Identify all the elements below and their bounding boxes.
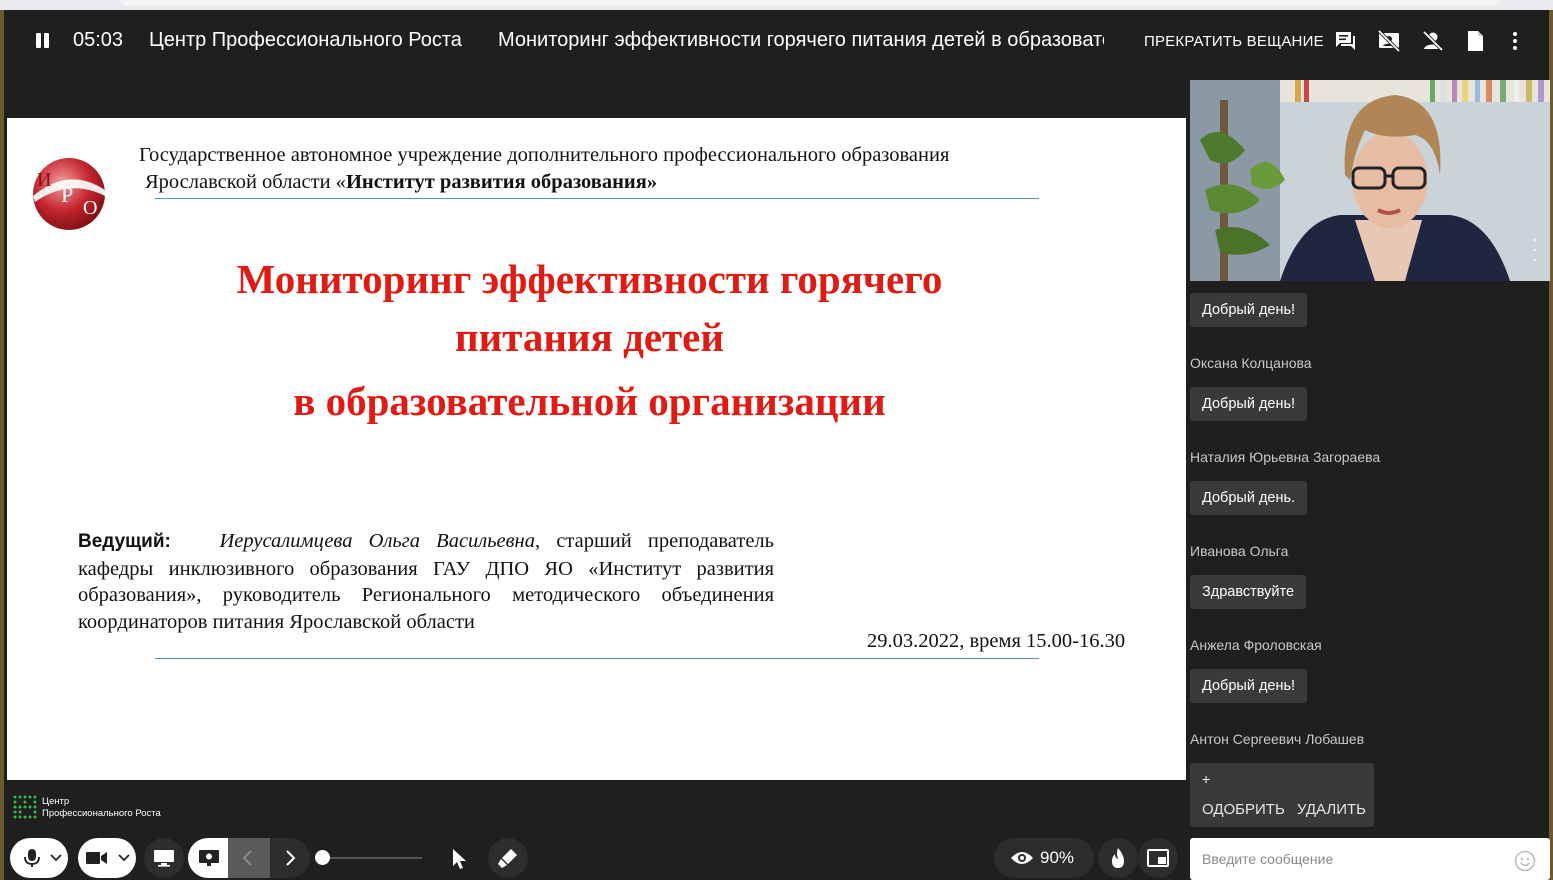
picture-in-picture-icon	[1147, 849, 1169, 867]
viewers-percent: 90%	[1040, 848, 1075, 867]
chevron-down-icon	[118, 854, 130, 862]
delete-button[interactable]: УДАЛИТЬ	[1297, 801, 1366, 818]
svg-text:И: И	[37, 169, 51, 191]
presenter-camera-video	[1190, 80, 1550, 281]
presenter-info: Ведущий: Иерусалимцева Ольга Васильевна,…	[78, 528, 774, 635]
viewers-indicator: 90%	[994, 838, 1094, 878]
chat-message: Добрый день.	[1190, 481, 1308, 515]
pause-icon[interactable]	[34, 33, 50, 49]
draw-tool-button[interactable]	[488, 838, 528, 878]
top-bar: 05:03 Центр Профессионального Роста Мони…	[4, 10, 1549, 72]
presentation-slide: И Р О Государственное автономное учрежде…	[7, 118, 1186, 780]
chevron-down-icon	[50, 854, 62, 862]
flame-icon	[1112, 848, 1124, 868]
emoji-icon[interactable]	[1514, 850, 1536, 872]
microphone-button[interactable]	[10, 838, 68, 878]
chat-author: Анжела Фроловская	[1190, 637, 1322, 653]
camera-button[interactable]	[78, 838, 136, 878]
screen: 05:03 Центр Профессионального Роста Мони…	[0, 0, 1553, 880]
institution-header: Государственное автономное учреждение до…	[139, 142, 949, 196]
chat-author: Наталия Юрьевна Загораева	[1190, 449, 1381, 465]
divider-bottom	[155, 658, 1039, 659]
more-menu-icon[interactable]	[1502, 28, 1528, 54]
document-icon[interactable]	[1462, 28, 1488, 54]
reactions-button[interactable]	[1098, 838, 1138, 878]
chat-icon[interactable]	[1332, 28, 1358, 54]
approve-button[interactable]: ОДОБРИТЬ	[1202, 801, 1285, 818]
brand-logo: Центр Профессионального Роста	[12, 794, 182, 826]
brand-line1: Центр	[42, 796, 70, 807]
brush-icon	[498, 849, 517, 868]
layout-button[interactable]	[1138, 838, 1178, 878]
chat-message: Здравствуйте	[1190, 575, 1307, 609]
screen-share-button[interactable]	[144, 838, 184, 878]
slide-title-line1: Мониторинг эффективности горячего	[236, 256, 943, 302]
chat-message: Добрый день!	[1190, 293, 1308, 327]
slide-title-line3: в образовательной организации	[293, 378, 886, 424]
institution-line2: Ярославской области «	[145, 171, 346, 193]
next-slide-button[interactable]	[270, 838, 310, 878]
svg-text:О: О	[83, 197, 97, 219]
webinar-app: 05:03 Центр Профессионального Роста Мони…	[4, 10, 1550, 880]
slide-title-line2: питания детей	[455, 314, 724, 360]
presentation-icon	[199, 850, 219, 866]
iro-logo-icon: И Р О	[33, 158, 105, 230]
stop-broadcast-button[interactable]: ПРЕКРАТИТЬ ВЕЩАНИЕ	[1144, 33, 1324, 50]
webinar-date: 29.03.2022, время 15.00-16.30	[867, 630, 1126, 652]
svg-text:Р: Р	[61, 182, 73, 207]
pending-message: + ОДОБРИТЬ УДАЛИТЬ	[1190, 763, 1374, 827]
chevron-right-icon	[286, 850, 296, 866]
volume-slider-track[interactable]	[322, 857, 422, 859]
chat-author: Оксана Колцанова	[1190, 355, 1312, 371]
presenter-name: Иерусалимцева Ольга Васильевна	[219, 530, 535, 552]
webinar-title: Мониторинг эффективности горячего питани…	[498, 29, 1104, 51]
pending-message-text: +	[1202, 771, 1211, 787]
eye-icon	[1011, 852, 1033, 864]
broadcast-timer: 05:03	[73, 29, 124, 51]
brand-line2: Профессионального Роста	[42, 808, 161, 819]
participant-off-icon[interactable]	[1420, 28, 1446, 54]
chevron-left-icon	[242, 850, 252, 866]
camera-off-icon[interactable]	[1376, 28, 1402, 54]
chat-message: Добрый день!	[1190, 387, 1308, 421]
divider-top	[155, 198, 1039, 199]
chat-message: Добрый день!	[1190, 669, 1308, 703]
video-camera-icon	[86, 852, 107, 864]
chat-author: Антон Сергеевич Лобашев	[1190, 731, 1365, 747]
brand-grid-icon	[13, 795, 37, 819]
message-input[interactable]	[1190, 838, 1510, 880]
volume-slider-handle[interactable]	[315, 850, 330, 865]
presenter-label: Ведущий:	[78, 531, 171, 552]
previous-slide-button[interactable]	[228, 838, 270, 878]
screen-share-icon	[154, 850, 174, 867]
organization-title: Центр Профессионального Роста	[149, 29, 462, 51]
institution-line1: Государственное автономное учреждение до…	[139, 144, 950, 166]
message-input-box	[1190, 838, 1550, 880]
pointer-icon[interactable]	[450, 848, 468, 870]
browser-strip	[0, 0, 1553, 10]
chat-author: Иванова Ольга	[1190, 543, 1289, 559]
slide-title: Мониторинг эффективности горячего питани…	[7, 250, 1172, 430]
institution-name: Институт развития образования»	[345, 171, 658, 193]
microphone-icon	[24, 849, 40, 867]
